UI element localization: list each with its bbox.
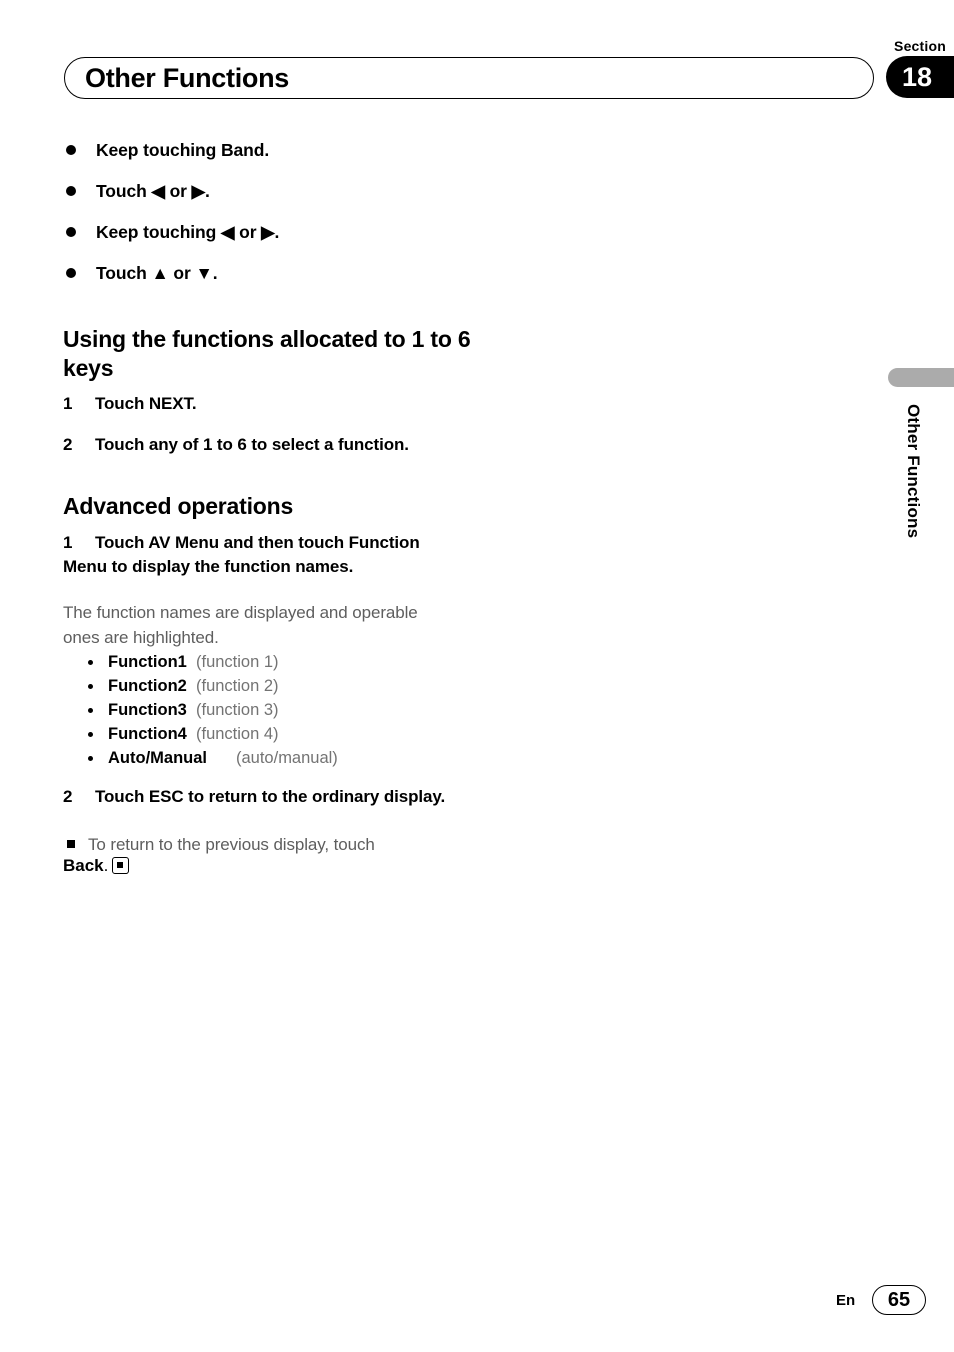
step-text: Touch any of 1 to 6 to select a function… <box>95 435 409 454</box>
function-label: Function3 <box>108 701 187 719</box>
step-touch-any: 2 Touch any of 1 to 6 to select a functio… <box>63 433 483 457</box>
function-paren: (function 3) <box>196 701 279 719</box>
list-item: Function2 (function 2) <box>88 674 468 698</box>
heading-advanced-operations: Advanced operations <box>63 493 294 519</box>
function-label: Auto/Manual <box>108 749 207 767</box>
end-of-section-icon <box>112 857 130 874</box>
section-number-badge: 18 <box>886 56 954 98</box>
list-item: Function1 (function 1) <box>88 650 468 674</box>
function-label: Function4 <box>108 725 187 743</box>
square-bullet-icon <box>67 840 75 848</box>
list-item: Keep touching ◀ or ▶. <box>64 222 504 263</box>
round-bullet-icon <box>66 227 76 237</box>
list-item: Keep touching Band. <box>64 140 504 181</box>
operation-text: Touch ◀ or ▶. <box>96 181 210 201</box>
round-bullet-icon <box>88 684 93 689</box>
page-title: Other Functions <box>85 62 289 93</box>
section-label: Section <box>894 38 946 54</box>
footer-page-number: 65 <box>872 1285 926 1315</box>
step-text: Touch ESC to return to the ordinary disp… <box>95 787 446 806</box>
note-back-line: Back. <box>63 856 130 876</box>
step-text: Touch AV Menu and then touch Function Me… <box>63 533 420 576</box>
function-paren: (function 4) <box>196 725 279 743</box>
operation-text: Keep touching ◀ or ▶. <box>96 222 280 242</box>
function-label: Function1 <box>108 653 187 671</box>
note-function-names: The function names are displayed and ope… <box>63 603 418 647</box>
operation-list: Keep touching Band. Touch ◀ or ▶. Keep t… <box>64 140 504 304</box>
round-bullet-icon <box>88 660 93 665</box>
round-bullet-icon <box>88 756 93 761</box>
list-item: Touch ▲ or ▼. <box>64 263 504 304</box>
step-touch-esc: 2 Touch ESC to return to the ordinary dis… <box>63 785 463 809</box>
list-item: Function4 (function 4) <box>88 722 468 746</box>
round-bullet-icon <box>88 708 93 713</box>
list-item: Auto/Manual (auto/manual) <box>88 746 468 770</box>
function-list: Function1 (function 1) Function2 (functi… <box>88 650 468 770</box>
step-number: 2 <box>63 787 73 806</box>
note-text: To return to the previous display, touch <box>88 835 375 854</box>
footer-language: En <box>836 1292 856 1309</box>
step-number: 1 <box>63 533 73 552</box>
step-number: 2 <box>63 435 73 454</box>
function-label: Function2 <box>108 677 187 695</box>
period: . <box>103 856 109 875</box>
list-item: Function3 (function 3) <box>88 698 468 722</box>
function-paren: (function 1) <box>196 653 279 671</box>
step-touch-av-menu: 1 Touch AV Menu and then touch Function M… <box>63 531 463 579</box>
round-bullet-icon <box>66 268 76 278</box>
page-title-box: Other Functions <box>64 57 874 99</box>
step-touch-next: 1 Touch NEXT. <box>63 392 463 416</box>
round-bullet-icon <box>66 186 76 196</box>
round-bullet-icon <box>88 732 93 737</box>
function-paren: (function 2) <box>196 677 279 695</box>
side-tab-label: Other Functions <box>904 404 923 539</box>
back-label: Back <box>63 856 104 875</box>
heading-using-functions: Using the functions allocated to 1 to 6 … <box>63 326 471 381</box>
operation-text: Keep touching Band. <box>96 140 270 160</box>
step-text: Touch NEXT. <box>95 394 197 413</box>
round-bullet-icon <box>66 145 76 155</box>
side-tab-marker <box>888 368 954 387</box>
list-item: Touch ◀ or ▶. <box>64 181 504 222</box>
step-number: 1 <box>63 394 73 413</box>
function-paren: (auto/manual) <box>236 749 338 767</box>
operation-text: Touch ▲ or ▼. <box>96 263 218 283</box>
